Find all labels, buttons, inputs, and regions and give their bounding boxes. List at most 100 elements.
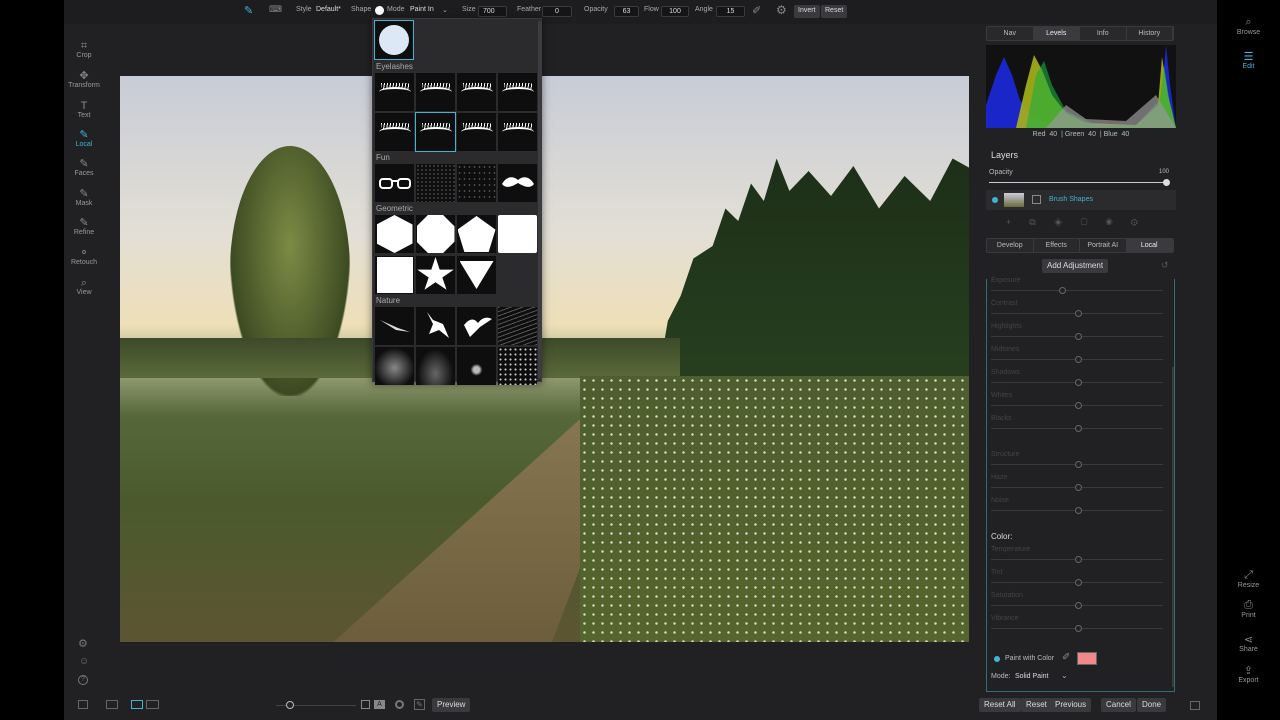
slider-vibrance[interactable]: Vibrance bbox=[991, 615, 1163, 637]
tab-info[interactable]: Info bbox=[1080, 27, 1127, 40]
brush-square[interactable] bbox=[375, 256, 414, 294]
reset-button[interactable]: Reset bbox=[821, 5, 848, 18]
tab-history[interactable]: History bbox=[1126, 27, 1173, 40]
slider-exposure[interactable]: Exposure bbox=[991, 277, 1163, 299]
mask-view-icon[interactable] bbox=[361, 700, 370, 709]
size-field[interactable]: 700 bbox=[478, 6, 507, 17]
tab-portrait-ai[interactable]: Portrait AI bbox=[1080, 239, 1127, 252]
slider-noise[interactable]: Noise bbox=[991, 497, 1163, 519]
slider-haze[interactable]: Haze bbox=[991, 474, 1163, 496]
split-view-icon[interactable] bbox=[146, 700, 159, 709]
ring-icon[interactable] bbox=[395, 700, 404, 709]
layer-row[interactable]: Brush Shapes bbox=[986, 190, 1176, 210]
brush-triangle[interactable] bbox=[457, 256, 496, 294]
invert-button[interactable]: Invert bbox=[794, 5, 820, 18]
mode-dropdown[interactable]: Paint In bbox=[410, 6, 434, 13]
slider-contrast[interactable]: Contrast bbox=[991, 300, 1163, 322]
brush-nature-4[interactable] bbox=[498, 307, 537, 345]
tool-share[interactable]: ⋖ Share bbox=[1217, 633, 1280, 653]
flow-field[interactable]: 100 bbox=[661, 6, 689, 17]
brush-hexagon[interactable] bbox=[375, 215, 414, 253]
brush-options-icon[interactable]: ⌨ bbox=[269, 4, 282, 15]
opacity-field[interactable]: 63 bbox=[614, 6, 639, 17]
brush-circle-thumb[interactable] bbox=[374, 20, 414, 60]
tab-nav[interactable]: Nav bbox=[987, 27, 1034, 40]
slider-shadows[interactable]: Shadows bbox=[991, 369, 1163, 391]
feather-field[interactable]: 0 bbox=[542, 6, 572, 17]
tool-mask[interactable]: ✎ Mask bbox=[64, 188, 104, 207]
photo-canvas[interactable] bbox=[120, 76, 969, 642]
eyedropper-icon[interactable]: ✐ bbox=[1062, 652, 1070, 663]
reset-all-button[interactable]: Reset All bbox=[979, 698, 1021, 712]
eyedropper-icon[interactable]: ✐ bbox=[752, 4, 761, 17]
brush-eyelash-3[interactable] bbox=[457, 73, 496, 111]
brush-eyelash-1[interactable] bbox=[375, 73, 414, 111]
gear-icon[interactable]: ⚙ bbox=[776, 3, 787, 17]
tool-view[interactable]: ⌕ View bbox=[64, 277, 104, 296]
compare-icon[interactable] bbox=[106, 700, 118, 709]
brush-eyelash-6[interactable] bbox=[415, 112, 456, 152]
add-adjustment-button[interactable]: Add Adjustment bbox=[1042, 259, 1109, 273]
tab-local[interactable]: Local bbox=[1126, 239, 1173, 252]
tab-effects[interactable]: Effects bbox=[1033, 239, 1080, 252]
panel-toggle-icon[interactable] bbox=[78, 700, 88, 709]
tab-develop[interactable]: Develop bbox=[987, 239, 1034, 252]
panel-scrollbar[interactable] bbox=[1172, 367, 1174, 687]
layer-opacity-knob[interactable] bbox=[1163, 179, 1170, 186]
paint-color-swatch[interactable] bbox=[1077, 652, 1097, 665]
zoom-slider-knob[interactable] bbox=[286, 701, 294, 709]
tool-retouch[interactable]: ⚬ Retouch bbox=[64, 247, 104, 266]
brush-overlay-icon[interactable]: ✎ bbox=[414, 699, 425, 710]
cancel-button[interactable]: Cancel bbox=[1101, 698, 1136, 712]
slider-highlights[interactable]: Highlights bbox=[991, 323, 1163, 345]
shape-circle-icon[interactable] bbox=[375, 6, 384, 15]
slider-saturation[interactable]: Saturation bbox=[991, 592, 1163, 614]
brush-nature-8[interactable] bbox=[498, 347, 537, 385]
tool-local[interactable]: ✎ Local bbox=[64, 129, 104, 148]
layer-opacity-slider[interactable] bbox=[989, 182, 1167, 183]
layers-icon[interactable]: ⚙ bbox=[78, 637, 88, 650]
slider-tint[interactable]: Tint bbox=[991, 569, 1163, 591]
brush-mustache[interactable] bbox=[498, 164, 537, 202]
chevron-down-icon[interactable]: ⌄ bbox=[442, 6, 448, 14]
done-button[interactable]: Done bbox=[1137, 698, 1167, 712]
brush-nature-7[interactable] bbox=[457, 347, 496, 385]
paint-with-color-dot[interactable] bbox=[994, 656, 1000, 662]
popup-scrollbar[interactable] bbox=[538, 21, 541, 379]
brush-pentagon[interactable] bbox=[457, 215, 496, 253]
brush-eyelash-4[interactable] bbox=[498, 73, 537, 111]
panel-collapse-icon[interactable] bbox=[1190, 701, 1200, 710]
brush-square-rounded[interactable] bbox=[498, 215, 537, 253]
brush-glasses[interactable] bbox=[375, 164, 414, 202]
tool-faces[interactable]: ✎ Faces bbox=[64, 158, 104, 177]
style-dropdown[interactable]: Default* bbox=[316, 6, 341, 13]
tool-refine[interactable]: ✎ Refine bbox=[64, 217, 104, 236]
brush-nature-2[interactable] bbox=[416, 307, 455, 345]
brush-nature-3[interactable] bbox=[457, 307, 496, 345]
slider-temperature[interactable]: Temperature bbox=[991, 546, 1163, 568]
tool-edit[interactable]: ☰ Edit bbox=[1217, 50, 1280, 70]
tool-browse[interactable]: ⌕ Browse bbox=[1217, 16, 1280, 36]
brush-tool-icon[interactable]: ✎ bbox=[244, 4, 253, 17]
single-view-icon[interactable] bbox=[131, 700, 143, 709]
overlay-icon[interactable]: A bbox=[374, 700, 385, 709]
brush-star[interactable] bbox=[416, 256, 455, 294]
tool-text[interactable]: T Text bbox=[64, 100, 104, 119]
tool-crop[interactable]: ⌗ Crop bbox=[64, 40, 104, 59]
brush-eyelash-8[interactable] bbox=[498, 113, 537, 151]
chevron-down-icon[interactable]: ⌄ bbox=[1061, 671, 1068, 680]
undo-icon[interactable]: ↺ bbox=[1161, 260, 1169, 271]
tool-export[interactable]: ⇪ Export bbox=[1217, 664, 1280, 684]
user-icon[interactable]: ☺ bbox=[79, 656, 89, 667]
angle-field[interactable]: 15 bbox=[716, 6, 745, 17]
brush-nature-6[interactable] bbox=[416, 347, 455, 385]
brush-nature-1[interactable] bbox=[375, 307, 414, 345]
preview-button[interactable]: Preview bbox=[432, 698, 471, 712]
brush-pattern-2[interactable] bbox=[457, 164, 496, 202]
tool-print[interactable]: ⎙ Print bbox=[1217, 599, 1280, 619]
slider-midtones[interactable]: Midtones bbox=[991, 346, 1163, 368]
tool-transform[interactable]: ✥ Transform bbox=[64, 70, 104, 89]
paint-mode-dropdown[interactable]: Solid Paint bbox=[1015, 673, 1048, 680]
slider-whites[interactable]: Whites bbox=[991, 392, 1163, 414]
brush-octagon[interactable] bbox=[416, 215, 455, 253]
